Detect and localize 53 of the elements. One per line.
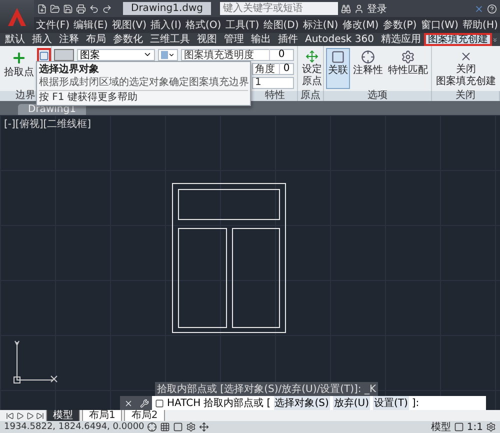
ribbon-tab[interactable]: Autodesk 360 xyxy=(302,34,377,45)
option-button[interactable]: 关联 xyxy=(326,48,350,89)
annotation-scale[interactable]: 1:1 xyxy=(466,422,483,432)
command-prompt-end: ]: xyxy=(412,398,420,408)
menu-item[interactable]: 视图(V) xyxy=(112,18,147,32)
command-line-field[interactable]: HATCH 拾取内部点或 [ 选择对象(S) 放弃(U) 设置(T) ]: xyxy=(152,396,486,410)
search-field[interactable]: 键入关键字或短语 xyxy=(220,2,338,15)
menu-item[interactable]: 编辑(E) xyxy=(74,18,108,32)
ribbon-tab[interactable]: 默认 xyxy=(2,34,28,45)
menu-item[interactable]: 修改(M) xyxy=(342,18,379,32)
pattern-dropdown[interactable]: 图案 xyxy=(77,48,155,60)
transparency-field[interactable]: 图案填充透明度 0 xyxy=(181,48,294,60)
ribbon-tab[interactable]: 管理 xyxy=(221,34,247,45)
pick-point-button[interactable]: 拾取点 xyxy=(2,48,36,89)
menu-item[interactable]: 绘图(D) xyxy=(263,18,299,32)
ribbon-tab[interactable]: 精选应用 xyxy=(378,34,424,45)
sign-in-link[interactable]: 登录 xyxy=(367,2,387,16)
menu-item[interactable]: 文件(F) xyxy=(36,18,70,32)
ribbon-tab[interactable]: 插入 xyxy=(29,34,55,45)
command-option-link[interactable]: 放弃(U) xyxy=(332,396,370,410)
menu-item[interactable]: 帮助(H) xyxy=(462,18,498,32)
command-prompt: 拾取内部点或 [ xyxy=(204,396,271,410)
option-button[interactable]: 注释性 xyxy=(351,48,385,89)
menu-item[interactable]: 工具(T) xyxy=(225,18,260,32)
tooltip-help: 按 F1 键获得更多帮助 xyxy=(39,90,248,103)
coordinates: 1934.5822, 1824.6494, 0.0000 xyxy=(4,422,144,432)
command-name: HATCH xyxy=(167,398,201,408)
ribbon-tab[interactable]: 布局 xyxy=(83,34,109,45)
ribbon-tab[interactable]: 输出 xyxy=(248,34,274,45)
set-origin-button[interactable]: 设定 原点 xyxy=(300,48,324,89)
menu-item[interactable]: 窗口(W) xyxy=(420,18,458,32)
command-option-link[interactable]: 选择对象(S) xyxy=(274,396,330,410)
tooltip-description: 根据形成封闭区域的选定对象确定图案填充边界 xyxy=(39,77,248,89)
menu-item[interactable]: 插入(I) xyxy=(150,18,182,32)
ribbon-tab[interactable]: 注释 xyxy=(56,34,82,45)
ribbon-tab[interactable]: 三维工具 xyxy=(147,34,193,45)
menu-item[interactable]: 标注(N) xyxy=(302,18,338,32)
ribbon-tab[interactable]: 视图 xyxy=(194,34,220,45)
command-option-link[interactable]: 设置(T) xyxy=(372,396,409,410)
angle-field[interactable]: 角度 0 xyxy=(252,62,294,74)
ribbon-tab[interactable]: 参数化 xyxy=(110,34,146,45)
viewport-label[interactable]: [-][俯视][二维线框] xyxy=(4,117,92,131)
ribbon-tab[interactable]: 插件 xyxy=(275,34,301,45)
space-toggle[interactable]: 模型 xyxy=(430,420,451,433)
menu-item[interactable]: 格式(O) xyxy=(185,18,222,32)
scale-field[interactable]: 1 xyxy=(252,76,294,88)
drawing-canvas[interactable]: [-][俯视][二维线框] 拾取内部点或 [选择对象(S)/放弃(U)/设置(T)]: _K HATCH 拾取内部点或 [ 选择对象(S) 放弃(U) 设置(T) ]: xyxy=(0,115,500,410)
window-title: Drawing1.dwg xyxy=(123,2,211,15)
menu-item[interactable]: 参数(P) xyxy=(382,18,417,32)
tooltip-title: 选择边界对象 xyxy=(39,64,100,76)
option-button[interactable]: 特性匹配 xyxy=(386,48,430,89)
close-button[interactable]: 关闭 图案填充创建 xyxy=(434,48,498,89)
command-history: 拾取内部点或 [选择对象(S)/放弃(U)/设置(T)]: _K xyxy=(155,382,378,396)
